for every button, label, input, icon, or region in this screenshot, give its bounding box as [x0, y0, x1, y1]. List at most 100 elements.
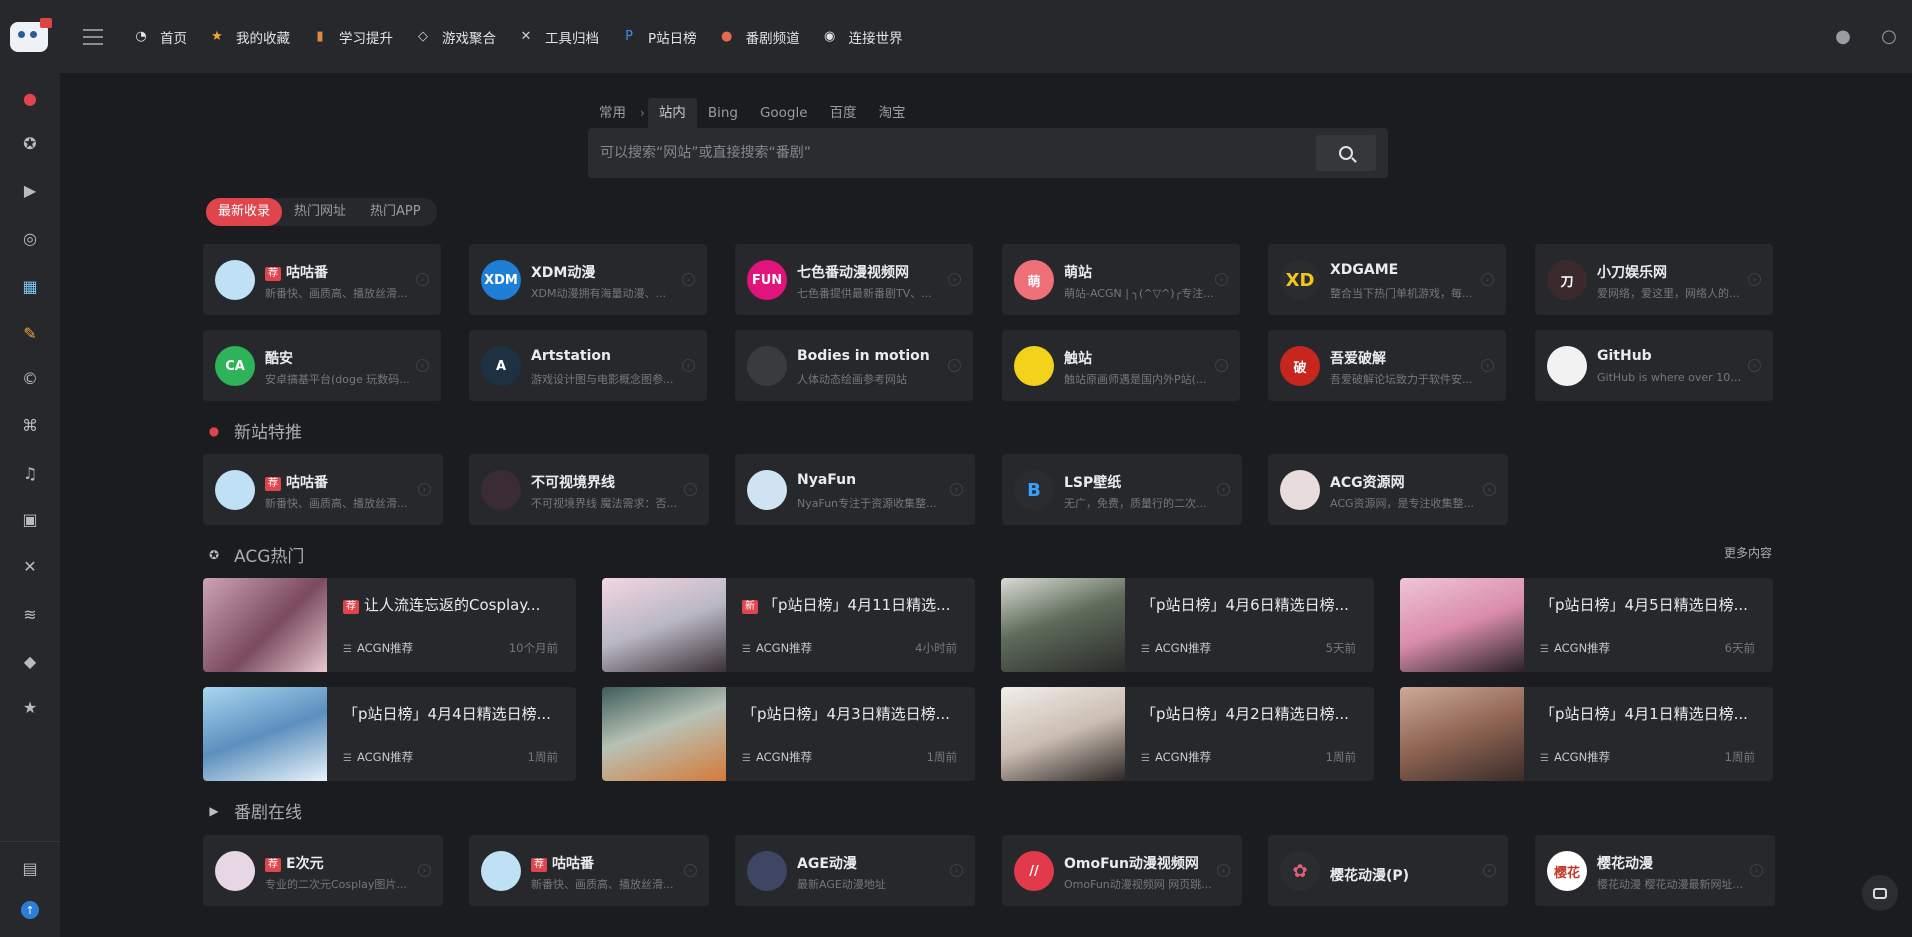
article-category[interactable]: ACGN推荐: [1540, 749, 1610, 765]
site-card[interactable]: AGE动漫 最新AGE动漫地址 ›: [735, 835, 975, 906]
music-icon[interactable]: ♫: [0, 453, 60, 493]
site-title: Artstation: [531, 348, 681, 364]
database-icon[interactable]: ≋: [0, 594, 60, 634]
site-logo-icon: ✿: [1280, 851, 1320, 891]
article-category[interactable]: ACGN推荐: [1141, 640, 1211, 656]
article-card[interactable]: 新「p站日榜」4月11日精选... ACGN推荐 4小时前: [602, 578, 975, 672]
article-title-text: 「p站日榜」4月2日精选日榜...: [1141, 705, 1349, 723]
nav-item-label: 游戏聚合: [442, 30, 496, 47]
nav-item[interactable]: P P站日榜: [616, 0, 714, 73]
search-tab[interactable]: Bing: [697, 98, 749, 128]
search-tab[interactable]: 淘宝: [868, 98, 917, 128]
search-tab[interactable]: 常用: [588, 98, 637, 128]
site-card[interactable]: 荐咕咕番 新番快、画质高、播放丝滑... ›: [203, 244, 441, 315]
article-thumbnail: [203, 687, 327, 781]
site-title-text: 酷安: [265, 351, 293, 367]
award-icon[interactable]: ✪: [0, 123, 60, 163]
tab-pill[interactable]: 最新收录: [206, 198, 283, 226]
article-card[interactable]: 荐让人流连忘返的Cosplay... ACGN推荐 10个月前: [203, 578, 576, 672]
article-card[interactable]: 「p站日榜」4月5日精选日榜... ACGN推荐 6天前: [1400, 578, 1773, 672]
site-card[interactable]: FUN 七色番动漫视频网 七色番提供最新番剧TV、... ›: [735, 244, 973, 315]
article-category[interactable]: ACGN推荐: [1141, 749, 1211, 765]
video-icon[interactable]: ▶: [0, 170, 60, 210]
bookmark-icon: ★: [211, 29, 223, 44]
star-icon[interactable]: ★: [0, 687, 60, 727]
chevron-right-icon: ›: [416, 359, 429, 372]
search-tab[interactable]: 百度: [819, 98, 868, 128]
search-button[interactable]: [1316, 135, 1376, 171]
site-card[interactable]: 樱花 樱花动漫 樱花动漫 樱花动漫最新网址... ›: [1535, 835, 1775, 906]
search-tab[interactable]: Google: [749, 98, 819, 128]
site-title: 荐咕咕番: [531, 853, 681, 873]
site-card[interactable]: XD XDGAME 整合当下热门单机游戏，每... ›: [1268, 244, 1506, 315]
nav-item[interactable]: ◇ 游戏聚合: [410, 0, 513, 73]
site-card[interactable]: 不可视境界线 不可视境界线 魔法需求：否... ›: [469, 454, 709, 525]
article-card[interactable]: 「p站日榜」4月4日精选日榜... ACGN推荐 1周前: [203, 687, 576, 781]
nav-item[interactable]: ◔ 首页: [128, 0, 204, 73]
menu-toggle-button[interactable]: [58, 0, 128, 73]
site-card[interactable]: ACG资源网 ACG资源网，是专注收集整... ›: [1268, 454, 1508, 525]
user-icon[interactable]: ●: [1820, 0, 1866, 73]
nav-item[interactable]: ◉ 连接世界: [817, 0, 920, 73]
tag-icon: ◇: [418, 29, 428, 44]
nav-item[interactable]: ★ 我的收藏: [204, 0, 307, 73]
site-card[interactable]: 荐咕咕番 新番快、画质高、播放丝滑... ›: [469, 835, 709, 906]
chevron-right-icon: ›: [948, 273, 961, 286]
site-card[interactable]: XDM XDM动漫 XDM动漫拥有海量动漫、... ›: [469, 244, 707, 315]
article-card[interactable]: 「p站日榜」4月1日精选日榜... ACGN推荐 1周前: [1400, 687, 1773, 781]
article-card[interactable]: 「p站日榜」4月6日精选日榜... ACGN推荐 5天前: [1001, 578, 1374, 672]
site-card[interactable]: 荐咕咕番 新番快、画质高、播放丝滑... ›: [203, 454, 443, 525]
article-category[interactable]: ACGN推荐: [343, 640, 413, 656]
site-card[interactable]: ✿ 樱花动漫(P) ›: [1268, 835, 1508, 906]
article-thumbnail: [1400, 578, 1524, 672]
article-category[interactable]: ACGN推荐: [1540, 640, 1610, 656]
site-card[interactable]: CA 酷安 安卓搞基平台(doge 玩数码... ›: [203, 330, 441, 401]
search-tab[interactable]: 站内: [647, 98, 697, 128]
hot-icon[interactable]: ●: [0, 78, 60, 118]
site-logo-icon: [481, 470, 521, 510]
nav-item[interactable]: ● 番剧频道: [714, 0, 817, 73]
site-card[interactable]: 破吾爱破解 吾爱破解论坛致力于软件安... ›: [1268, 330, 1506, 401]
chat-button[interactable]: [1862, 875, 1898, 911]
copyright-icon[interactable]: ©: [0, 358, 60, 398]
site-card[interactable]: A Artstation 游戏设计图与电影概念图参... ›: [469, 330, 707, 401]
chevron-right-icon: ›: [1483, 864, 1496, 877]
site-card[interactable]: Bodies in motion 人体动态绘画参考网站 ›: [735, 330, 973, 401]
site-card[interactable]: // OmoFun动漫视频网 OmoFun动漫视频网 网页跳... ›: [1002, 835, 1242, 906]
nav-item[interactable]: ✕ 工具归档: [513, 0, 616, 73]
article-category[interactable]: ACGN推荐: [742, 640, 812, 656]
article-card[interactable]: 「p站日榜」4月2日精选日榜... ACGN推荐 1周前: [1001, 687, 1374, 781]
tab-pill[interactable]: 热门网址: [282, 198, 358, 226]
search-icon[interactable]: ○: [1866, 0, 1912, 73]
nav-item-label: 工具归档: [545, 30, 599, 47]
article-title: 「p站日榜」4月6日精选日榜...: [1141, 594, 1363, 615]
chevron-right-icon: ›: [418, 483, 431, 496]
article-card[interactable]: 「p站日榜」4月3日精选日榜... ACGN推荐 1周前: [602, 687, 975, 781]
more-link[interactable]: 更多内容: [1724, 544, 1772, 561]
article-category[interactable]: ACGN推荐: [343, 749, 413, 765]
article-badge: 新: [742, 600, 758, 614]
nav-item[interactable]: ▮ 学习提升: [307, 0, 410, 73]
ticket-icon[interactable]: ▤: [0, 848, 60, 888]
gamepad-icon[interactable]: ⌘: [0, 405, 60, 445]
site-card[interactable]: 荐 E次元 专业的二次元Cosplay图片... ›: [203, 835, 443, 906]
site-card[interactable]: 触站 触站原画师遇是国内外P站(... ›: [1002, 330, 1240, 401]
tools-icon[interactable]: ✕: [0, 546, 60, 586]
box-icon[interactable]: ◆: [0, 641, 60, 681]
image-icon[interactable]: ▣: [0, 499, 60, 539]
site-description: 安卓搞基平台(doge 玩数码...: [265, 373, 410, 386]
site-card[interactable]: B LSP壁纸 无广，免费，质量行的二次... ›: [1002, 454, 1242, 525]
article-category[interactable]: ACGN推荐: [742, 749, 812, 765]
calendar-icon[interactable]: ▦: [0, 266, 60, 306]
site-card[interactable]: NyaFun NyaFun专注于资源收集整... ›: [735, 454, 975, 525]
site-card[interactable]: 刀小刀娱乐网 爱网络，爱这里，网络人的... ›: [1535, 244, 1773, 315]
article-title: 「p站日榜」4月3日精选日榜...: [742, 703, 964, 724]
upload-icon[interactable]: ↑: [0, 890, 60, 930]
search-input[interactable]: [588, 128, 1313, 178]
site-card[interactable]: GitHub GitHub is where over 100 ... ›: [1535, 330, 1773, 401]
tab-pill[interactable]: 热门APP: [358, 198, 433, 226]
site-logo[interactable]: [0, 0, 58, 73]
pen-icon[interactable]: ✎: [0, 313, 60, 353]
chrome-icon[interactable]: ◎: [0, 218, 60, 258]
site-card[interactable]: 萌萌站 萌站-ACGN | ╮(^▽^)╭专注... ›: [1002, 244, 1240, 315]
